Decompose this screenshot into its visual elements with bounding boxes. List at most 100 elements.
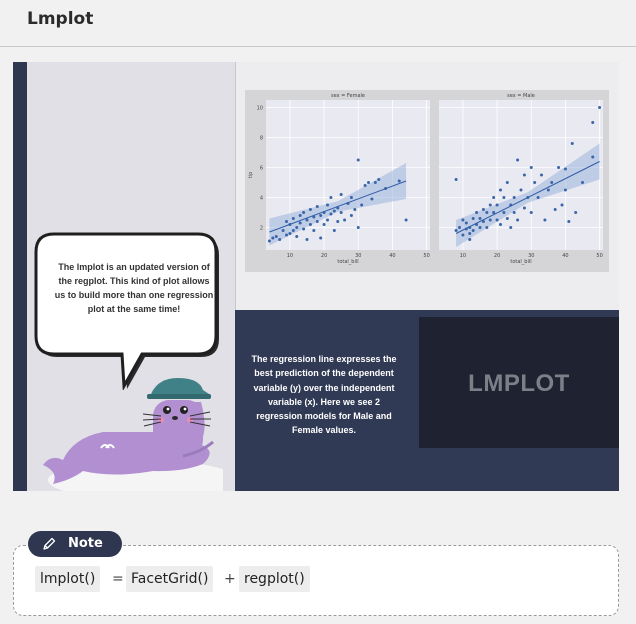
- scatter-point: [567, 220, 571, 223]
- facet-title: sex = Male: [507, 93, 535, 99]
- scatter-point: [454, 178, 458, 181]
- scatter-point: [370, 197, 374, 201]
- scatter-point: [298, 221, 302, 225]
- speech-bubble: The lmplot is an updated version of the …: [32, 230, 220, 390]
- scatter-point: [591, 121, 595, 124]
- code-regplot: regplot(): [239, 566, 310, 592]
- scatter-point: [332, 209, 336, 213]
- scatter-point: [499, 223, 502, 226]
- scatter-point: [360, 203, 364, 207]
- scatter-point: [464, 221, 468, 225]
- scatter-point: [315, 205, 319, 208]
- scatter-point: [295, 235, 299, 238]
- scatter-point: [574, 211, 578, 214]
- scatter-point: [349, 214, 353, 217]
- scatter-point: [495, 203, 499, 207]
- lmplot-facet-svg: 10 20 30 40 50246810sex = Femaletotal_billti…: [248, 93, 603, 265]
- scatter-point: [516, 218, 520, 222]
- scatter-point: [267, 239, 271, 243]
- scatter-point: [485, 211, 489, 214]
- scatter-point: [550, 181, 554, 184]
- scatter-point: [298, 214, 302, 217]
- facet-title: sex = Female: [331, 93, 365, 99]
- scatter-point: [295, 226, 299, 229]
- scatter-point: [563, 167, 567, 171]
- scatter-point: [461, 218, 465, 222]
- y-tick-label: 8: [260, 136, 263, 142]
- lmplot-chart: 10 20 30 40 50 2 4 6 8 10 sex = Female total_bill ti…: [245, 90, 609, 272]
- scatter-point: [319, 214, 323, 217]
- x-tick-label: 20: [321, 253, 327, 259]
- scatter-point: [326, 218, 329, 222]
- speech-bubble-text: The lmplot is an updated version of the …: [54, 262, 214, 314]
- scatter-point: [356, 158, 360, 162]
- note-tag: Note: [28, 531, 122, 557]
- scatter-point: [471, 229, 475, 232]
- x-tick-label: 40: [389, 253, 395, 259]
- scatter-point: [591, 155, 595, 159]
- scatter-point: [502, 211, 506, 214]
- scatter-point: [329, 212, 333, 216]
- scatter-point: [512, 211, 516, 214]
- scatter-point: [522, 173, 526, 177]
- plus-operator: +: [224, 571, 236, 587]
- scatter-point: [367, 181, 370, 184]
- seal-mascot-illustration: [43, 378, 223, 491]
- x-tick-label: 20: [494, 253, 500, 259]
- scatter-point: [502, 196, 506, 199]
- scatter-point: [546, 188, 550, 192]
- scatter-point: [536, 196, 540, 199]
- scatter-point: [454, 229, 458, 232]
- scatter-point: [495, 218, 499, 222]
- y-tick-label: 6: [260, 166, 263, 172]
- x-tick-label: 50: [596, 253, 602, 259]
- lmplot-title-panel: LMPLOT: [419, 317, 619, 448]
- y-tick-label: 10: [257, 106, 263, 112]
- scatter-point: [519, 188, 523, 192]
- x-axis-label: total_bill: [337, 259, 358, 265]
- code-facetgrid: FacetGrid(): [126, 566, 214, 592]
- scatter-point: [529, 166, 533, 169]
- scatter-point: [553, 208, 557, 211]
- y-tick-label: 2: [260, 226, 263, 232]
- scatter-point: [353, 208, 357, 211]
- scatter-point: [285, 220, 288, 223]
- scatter-point: [488, 218, 492, 222]
- scatter-point: [373, 181, 377, 184]
- scatter-point: [468, 238, 472, 241]
- x-tick-label: 40: [562, 253, 568, 259]
- scatter-point: [478, 217, 482, 220]
- scatter-point: [540, 173, 543, 177]
- scatter-point: [481, 208, 485, 211]
- scatter-point: [305, 218, 309, 222]
- scatter-point: [305, 238, 309, 241]
- scatter-point: [488, 203, 492, 207]
- scatter-point: [302, 211, 306, 214]
- slide-accent-bar: [13, 62, 27, 491]
- scatter-point: [343, 218, 347, 222]
- scatter-point: [570, 142, 574, 145]
- scatter-point: [319, 236, 323, 240]
- x-axis-label: total_bill: [510, 259, 531, 265]
- scatter-point: [339, 211, 343, 214]
- scatter-point: [499, 188, 502, 192]
- scatter-point: [336, 220, 340, 223]
- scatter-point: [363, 184, 367, 187]
- scatter-point: [308, 223, 312, 226]
- note-label: Note: [68, 536, 103, 551]
- scatter-point: [471, 217, 475, 220]
- lmplot-title-text: LMPLOT: [468, 370, 570, 397]
- x-tick-label: 10: [460, 253, 466, 259]
- scatter-point: [312, 229, 316, 232]
- scatter-point: [288, 232, 292, 235]
- scatter-point: [557, 166, 561, 169]
- scatter-point: [478, 226, 482, 229]
- code-lmplot: lmplot(): [35, 566, 101, 592]
- scatter-point: [404, 218, 408, 222]
- scatter-point: [516, 158, 520, 162]
- scatter-point: [485, 226, 489, 229]
- x-tick-label: 50: [423, 253, 429, 259]
- scatter-point: [505, 181, 509, 184]
- x-tick-label: 10: [287, 253, 293, 259]
- scatter-point: [458, 226, 461, 229]
